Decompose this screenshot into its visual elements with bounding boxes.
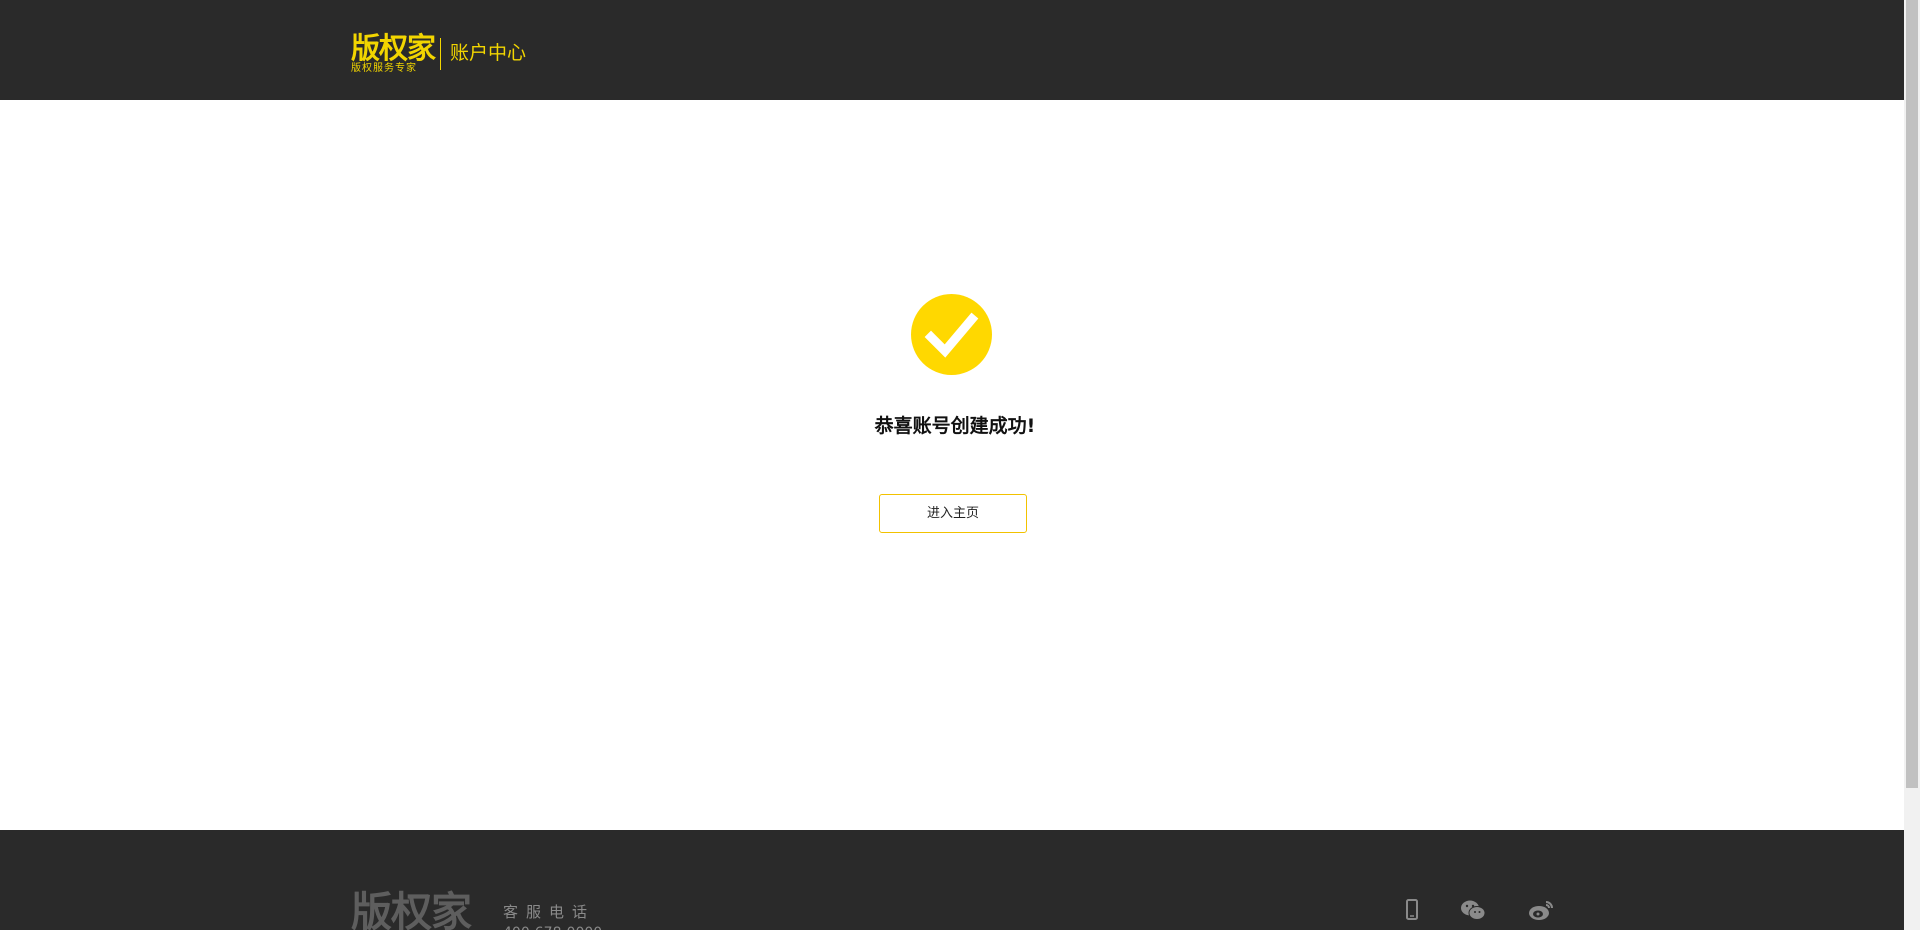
weibo-icon[interactable] (1526, 896, 1556, 926)
site-footer: 版权家 客服电话 400-678-0000 (0, 830, 1904, 930)
service-phone-number: 400-678-0000 (503, 924, 602, 930)
enter-homepage-button[interactable]: 进入主页 (879, 494, 1027, 533)
success-message: 恭喜账号创建成功! (874, 415, 1036, 437)
page: 版权家 版权服务专家 账户中心 恭喜账号创建成功! 进入主页 版权家 客服电话 … (0, 0, 1904, 930)
footer-logo: 版权家 (351, 888, 472, 930)
scrollbar-thumb[interactable] (1906, 0, 1918, 788)
vertical-scrollbar[interactable] (1904, 0, 1920, 930)
success-check-icon (911, 294, 992, 375)
mobile-icon[interactable] (1397, 896, 1427, 926)
page-title: 账户中心 (450, 42, 527, 64)
service-phone-label: 客服电话 (503, 903, 596, 921)
site-logo[interactable]: 版权家 版权服务专家 (351, 33, 441, 75)
logo-main-text: 版权家 (351, 31, 436, 65)
header-divider (440, 38, 441, 70)
site-header: 版权家 版权服务专家 账户中心 (0, 0, 1904, 100)
wechat-icon[interactable] (1458, 896, 1488, 926)
